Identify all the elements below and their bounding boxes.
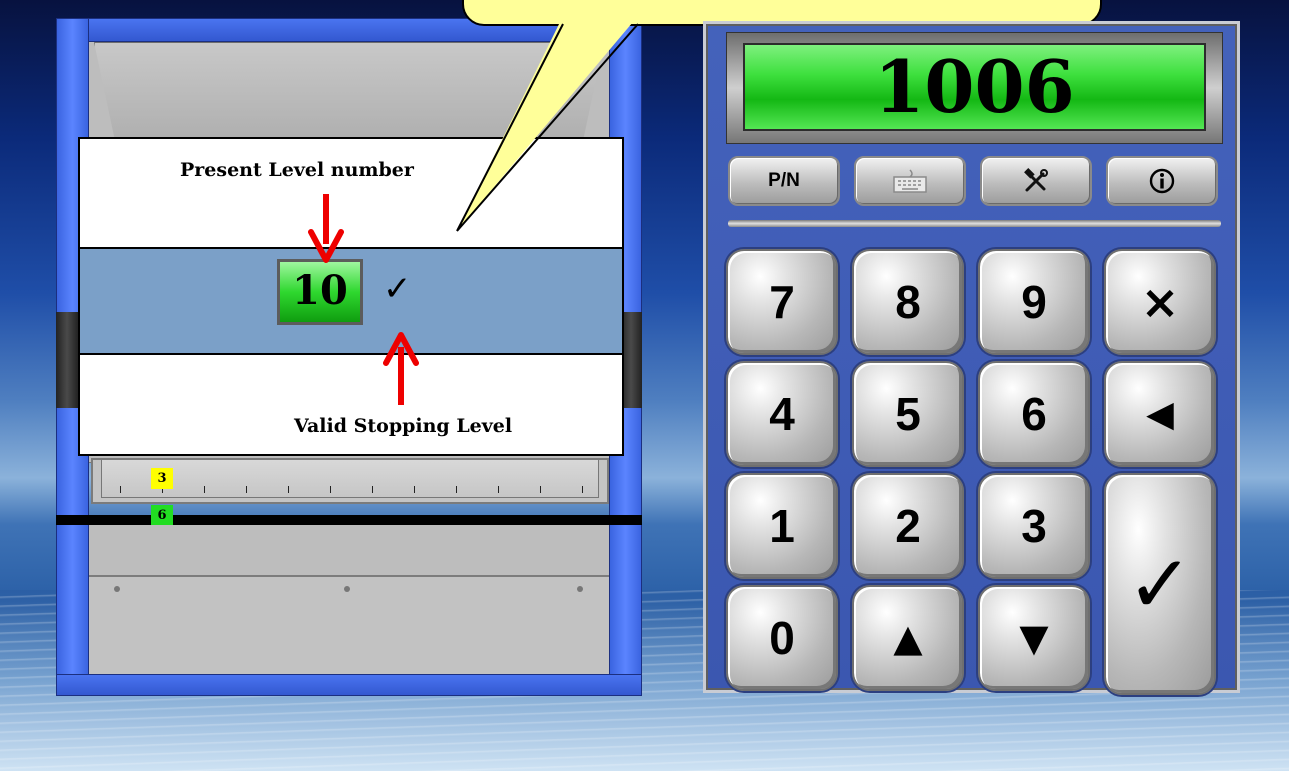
key-9[interactable]: 9 [978, 249, 1090, 355]
key-7[interactable]: 7 [726, 249, 838, 355]
arrow-down-icon: ▼ [1019, 616, 1049, 660]
machine-bottom-bar [56, 674, 642, 696]
ruler-tick [456, 486, 457, 493]
key-6[interactable]: 6 [978, 361, 1090, 467]
bolt [344, 586, 350, 592]
key-3[interactable]: 3 [978, 473, 1090, 579]
key-8-label: 8 [895, 276, 921, 328]
key-0[interactable]: 0 [726, 585, 838, 691]
key-1[interactable]: 1 [726, 473, 838, 579]
lower-level-tag: 6 [151, 505, 173, 526]
valid-stopping-label: Valid Stopping Level [294, 415, 513, 437]
info-button[interactable] [1106, 156, 1218, 206]
key-4[interactable]: 4 [726, 361, 838, 467]
enter-button[interactable]: ✓ [1104, 473, 1216, 695]
machine-rail [56, 515, 642, 525]
key-4-label: 4 [769, 388, 795, 440]
ruler-tick [414, 486, 415, 493]
upper-level-tag: 3 [151, 468, 173, 489]
key-7-label: 7 [769, 276, 795, 328]
arrow-up-icon [383, 332, 419, 405]
pn-button-label: P/N [768, 170, 800, 191]
tools-button[interactable] [980, 156, 1092, 206]
checkmark-icon: ✓ [1126, 537, 1194, 631]
valid-check-icon: ✓ [383, 269, 412, 309]
ruler-tick [498, 486, 499, 493]
key-2-label: 2 [895, 500, 921, 552]
arrow-down-icon [308, 194, 344, 263]
ruler-tick [120, 486, 121, 493]
ruler-scale [101, 460, 599, 498]
key-6-label: 6 [1021, 388, 1047, 440]
tools-icon [1024, 168, 1048, 192]
key-2[interactable]: 2 [852, 473, 964, 579]
key-9-label: 9 [1021, 276, 1047, 328]
close-icon: × [1140, 275, 1180, 329]
speech-bubble-tail [456, 16, 639, 232]
key-8[interactable]: 8 [852, 249, 964, 355]
ruler-tick [246, 486, 247, 493]
down-button[interactable]: ▼ [978, 585, 1090, 691]
key-1-label: 1 [769, 500, 795, 552]
keypad-divider [728, 220, 1221, 227]
key-5-label: 5 [895, 388, 921, 440]
ruler-tick [204, 486, 205, 493]
backspace-button[interactable]: ◀ [1104, 361, 1216, 467]
ruler-tick [540, 486, 541, 493]
pn-button[interactable]: P/N [728, 156, 840, 206]
arrow-up-icon: ▲ [893, 616, 923, 660]
present-level-label: Present Level number [180, 159, 414, 181]
key-5[interactable]: 5 [852, 361, 964, 467]
up-button[interactable]: ▲ [852, 585, 964, 691]
ruler-tick [330, 486, 331, 493]
clear-button[interactable]: × [1104, 249, 1216, 355]
info-icon [1149, 168, 1175, 194]
bolt [114, 586, 120, 592]
left-clamp [56, 312, 78, 408]
ruler-tick [288, 486, 289, 493]
ruler-tick [582, 486, 583, 493]
present-level-number: 10 [277, 259, 363, 325]
ruler-tick [372, 486, 373, 493]
display-frame: 1006 [726, 32, 1223, 144]
value-display: 1006 [743, 43, 1206, 131]
key-0-label: 0 [769, 612, 795, 664]
keyboard-icon [893, 169, 927, 193]
keyboard-button[interactable] [854, 156, 966, 206]
keypad-panel: 1006 P/N 7 8 9 × 4 5 6 ◀ 1 2 3 ✓ 0 ▲ ▼ [703, 21, 1240, 695]
key-3-label: 3 [1021, 500, 1047, 552]
bolt [577, 586, 583, 592]
backspace-icon: ◀ [1146, 393, 1174, 435]
